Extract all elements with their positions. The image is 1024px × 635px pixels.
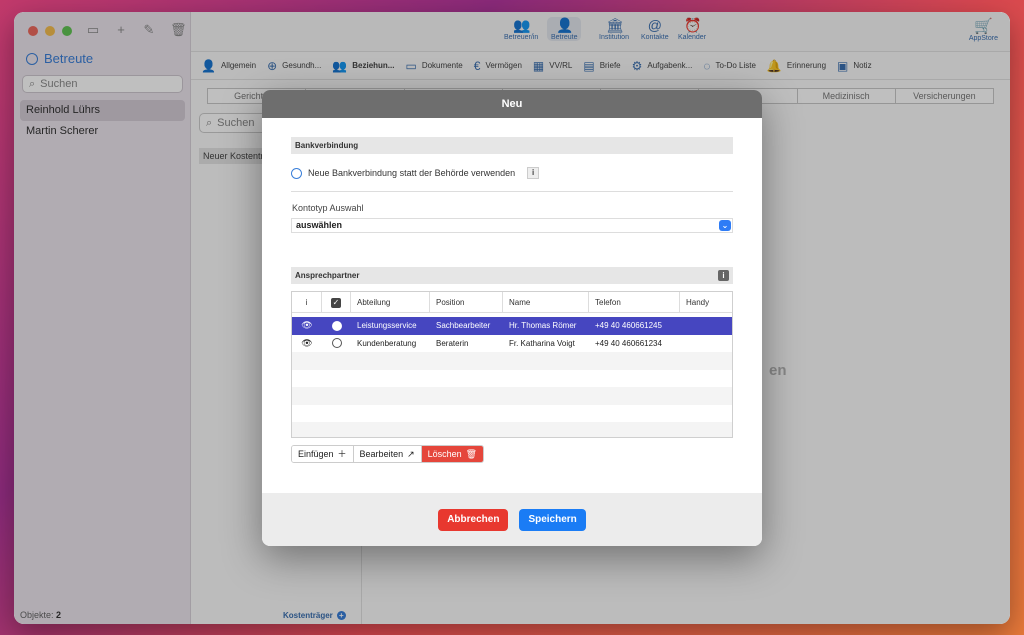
cell-abteilung: Leistungsservice	[357, 321, 417, 331]
contact-section-header: Ansprechpartner i	[291, 267, 733, 284]
checkbox-circle-icon[interactable]	[331, 338, 342, 349]
table-row[interactable]: 👁 Kundenberatung Beraterin Fr. Katharina…	[292, 335, 732, 353]
eye-icon[interactable]: 👁	[292, 320, 322, 331]
edit-label: Bearbeiten	[359, 449, 404, 459]
table-row-empty	[292, 422, 732, 437]
table-row[interactable]: 👁 Leistungsservice Sachbearbeiter Hr. Th…	[292, 317, 732, 335]
table-row-empty	[292, 387, 732, 405]
delete-label: Löschen	[427, 449, 462, 459]
col-info[interactable]: i	[292, 292, 322, 312]
cell-name: Fr. Katharina Voigt	[509, 338, 575, 348]
col-position[interactable]: Position	[430, 292, 503, 312]
col-handy[interactable]: Handy	[680, 292, 732, 312]
divider	[291, 191, 733, 192]
table-header: i ✓ Abteilung Position Name Telefon Hand…	[292, 292, 732, 313]
col-telefon[interactable]: Telefon	[589, 292, 680, 312]
cell-telefon: +49 40 460661245	[595, 321, 662, 331]
table-row-empty	[292, 370, 732, 388]
bank-section-label: Bankverbindung	[295, 141, 359, 150]
dialog-footer: Abbrechen Speichern	[262, 493, 762, 546]
info-icon[interactable]: i	[718, 270, 729, 281]
save-button[interactable]: Speichern	[519, 508, 586, 531]
kontotyp-value: auswählen	[296, 220, 343, 230]
insert-label: Einfügen	[298, 449, 334, 459]
cancel-button[interactable]: Abbrechen	[438, 508, 509, 531]
bank-section-header: Bankverbindung	[291, 137, 733, 154]
table-row-empty	[292, 352, 732, 370]
cell-position: Beraterin	[436, 338, 469, 348]
bank-radio-label: Neue Bankverbindung statt der Behörde ve…	[308, 168, 516, 178]
chevron-down-icon: ⌄	[719, 220, 731, 231]
bank-radio-row: Neue Bankverbindung statt der Behörde ve…	[291, 167, 540, 179]
contact-section-label: Ansprechpartner	[295, 271, 360, 280]
cell-telefon: +49 40 460661234	[595, 338, 662, 348]
col-abteilung[interactable]: Abteilung	[351, 292, 430, 312]
plus-icon: ＋	[337, 449, 347, 459]
table-actions: Einfügen ＋ Bearbeiten ↗ Löschen 🗑	[291, 445, 485, 463]
edit-icon: ↗	[407, 449, 415, 459]
eye-icon[interactable]: 👁	[292, 338, 322, 349]
info-icon[interactable]: i	[527, 167, 540, 179]
trash-icon: 🗑	[465, 449, 478, 459]
kontotyp-select[interactable]: auswählen ⌄	[291, 218, 733, 233]
col-name[interactable]: Name	[503, 292, 589, 312]
table-row-empty	[292, 405, 732, 423]
contacts-table: i ✓ Abteilung Position Name Telefon Hand…	[291, 291, 733, 438]
cell-abteilung: Kundenberatung	[357, 338, 417, 348]
cell-position: Sachbearbeiter	[436, 321, 491, 331]
insert-button[interactable]: Einfügen ＋	[292, 446, 354, 462]
kontotyp-label: Kontotyp Auswahl	[292, 203, 364, 213]
checkbox-circle-icon[interactable]	[331, 320, 342, 331]
bank-radio[interactable]	[291, 167, 302, 179]
checkbox-checked-icon[interactable]: ✓	[331, 298, 341, 308]
edit-button[interactable]: Bearbeiten ↗	[353, 446, 422, 462]
delete-button[interactable]: Löschen 🗑	[421, 446, 484, 462]
col-check[interactable]: ✓	[322, 292, 351, 312]
cell-name: Hr. Thomas Römer	[509, 321, 577, 331]
row-checkbox[interactable]	[322, 320, 351, 331]
new-dialog: Neu Bankverbindung Neue Bankverbindung s…	[262, 90, 762, 546]
dialog-title: Neu	[262, 90, 762, 118]
row-checkbox[interactable]	[322, 338, 351, 349]
